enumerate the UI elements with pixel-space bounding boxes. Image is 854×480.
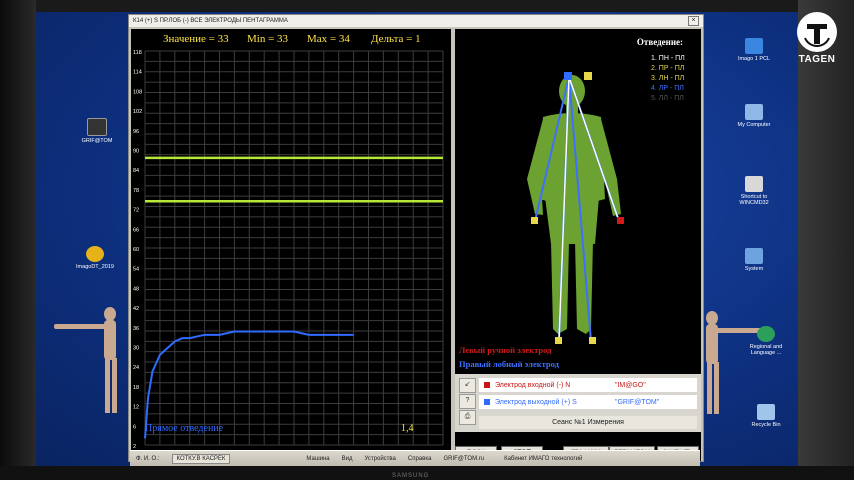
graph-footer-value: 1,4 bbox=[401, 423, 414, 434]
y-tick-label: 12 bbox=[133, 405, 139, 411]
monitor-bezel-right bbox=[798, 0, 854, 480]
desktop-icon-recycle-bin[interactable]: Recycle Bin bbox=[743, 404, 789, 428]
lead-item[interactable]: 5. ЛЛ - ПЛ bbox=[651, 94, 685, 104]
system-icon bbox=[745, 248, 763, 264]
desktop-icon-regional[interactable]: Regional and Language ... bbox=[743, 326, 789, 356]
electrode-input-value: "IM@GO" bbox=[615, 381, 646, 389]
measurement-graph: 2 6 12 18 24 30 36 42 48 54 60 66 72 78 84 90 96 102 108 11… bbox=[131, 29, 451, 460]
y-tick-label: 60 bbox=[133, 247, 139, 253]
desktop-icon-wincmd[interactable]: Shortcut to WINCMD32 bbox=[731, 176, 777, 206]
y-tick-label: 24 bbox=[133, 365, 139, 371]
folder-icon bbox=[745, 38, 763, 54]
y-tick-label: 114 bbox=[133, 70, 142, 76]
tagen-logo-icon bbox=[797, 12, 837, 52]
lead-item[interactable]: 1. ПН - ПЛ bbox=[651, 54, 685, 64]
desktop-icon-label: Recycle Bin bbox=[751, 422, 781, 428]
y-tick-label: 30 bbox=[133, 346, 139, 352]
taskbar-item-grifatom[interactable]: GRIF@TOM.ru bbox=[443, 456, 484, 462]
electrode-output-row[interactable]: Электрод выходной (+) S "GRIF@TOM" bbox=[479, 395, 697, 409]
taskbar: Ф. И. О.: КОТКУ.В КАСРЕК Машина Вид Устр… bbox=[130, 450, 700, 467]
app-icon bbox=[87, 118, 107, 136]
taskbar-item-cabinet[interactable]: Кабинет ИМАГО технологий bbox=[504, 456, 582, 462]
print-tool-icon[interactable]: ⎙ bbox=[459, 410, 476, 425]
monitor-bezel-bottom: SAMSUNG bbox=[0, 466, 854, 480]
desktop-icon-label: Imago 1 PCL bbox=[737, 56, 771, 62]
electrode-panel: ↙ ? ⎙ Электрод входной (-) N "IM@GO" Эле… bbox=[455, 374, 701, 432]
application-window: К14 (+) S ПР.ЛОБ (-) ВСЕ ЭЛЕКТРОДЫ ПЕНТА… bbox=[128, 14, 704, 462]
taskbar-start[interactable]: Ф. И. О.: bbox=[136, 456, 160, 462]
blue-square-icon bbox=[484, 399, 490, 405]
desktop-icon-label: Shortcut to WINCMD32 bbox=[739, 194, 769, 206]
electrode-input-label: Электрод входной (-) N bbox=[495, 381, 571, 389]
leads-list: 1. ПН - ПЛ 2. ПР - ПЛ 3. ЛН - ПЛ 4. ЛР -… bbox=[651, 54, 685, 104]
y-tick-label: 72 bbox=[133, 208, 139, 214]
y-tick-label: 42 bbox=[133, 306, 139, 312]
monitor-brand-label: SAMSUNG bbox=[392, 473, 430, 479]
desktop-icon-imagodt[interactable]: ImagoDT_2019 bbox=[72, 246, 118, 270]
globe-icon bbox=[757, 326, 775, 342]
app-icon bbox=[86, 246, 104, 262]
line-chart: 2612182430364248546066727884909610210811… bbox=[133, 50, 444, 457]
help-tool-icon[interactable]: ? bbox=[459, 394, 476, 409]
y-tick-label: 84 bbox=[133, 168, 139, 174]
y-tick-label: 54 bbox=[133, 267, 139, 273]
y-tick-label: 6 bbox=[133, 424, 136, 430]
legend-blue-electrode: Правый лобный электрод bbox=[459, 359, 559, 369]
mannequin-left-image bbox=[54, 307, 117, 413]
tagen-logo: TAGEN bbox=[795, 12, 839, 65]
monitor-bezel-left bbox=[0, 0, 36, 480]
y-tick-label: 102 bbox=[133, 109, 142, 115]
y-tick-label: 96 bbox=[133, 129, 139, 135]
taskbar-menu-view[interactable]: Вид bbox=[342, 456, 353, 462]
electrode-output-value: "GRIF@TOM" bbox=[615, 398, 660, 406]
y-tick-label: 18 bbox=[133, 385, 139, 391]
desktop-icon-label: Regional and Language ... bbox=[749, 344, 783, 356]
window-titlebar[interactable]: К14 (+) S ПР.ЛОБ (-) ВСЕ ЭЛЕКТРОДЫ ПЕНТА… bbox=[129, 15, 703, 27]
desktop-icon-label: GRIF@TOM bbox=[81, 138, 113, 144]
taskbar-user[interactable]: КОТКУ.В КАСРЕК bbox=[171, 454, 231, 464]
desktop-icon-grifatom[interactable]: GRIF@TOM bbox=[74, 118, 120, 144]
lead-item[interactable]: 2. ПР - ПЛ bbox=[651, 64, 685, 74]
taskbar-menu-devices[interactable]: Устройства bbox=[365, 456, 396, 462]
tagen-logo-text: TAGEN bbox=[798, 54, 836, 65]
y-tick-label: 48 bbox=[133, 286, 139, 292]
stat-delta: Дельта = 1 bbox=[371, 33, 421, 45]
close-icon[interactable]: × bbox=[688, 16, 699, 26]
y-tick-label: 78 bbox=[133, 188, 139, 194]
desktop-icon-label: ImagoDT_2019 bbox=[76, 264, 114, 270]
electrode-output-label: Электрод выходной (+) S bbox=[495, 398, 577, 406]
electrode-input-row[interactable]: Электрод входной (-) N "IM@GO" bbox=[479, 378, 697, 392]
computer-icon bbox=[745, 104, 763, 120]
desktop-icon-system[interactable]: System bbox=[731, 248, 777, 272]
y-tick-label: 90 bbox=[133, 149, 139, 155]
taskbar-menu-help[interactable]: Справка bbox=[408, 456, 432, 462]
graph-footer-label: Прямое отведение bbox=[145, 423, 224, 434]
recycle-bin-icon bbox=[757, 404, 775, 420]
stat-value: Значение = 33 bbox=[163, 33, 229, 45]
edit-tool-icon[interactable]: ↙ bbox=[459, 378, 476, 393]
stat-max: Max = 34 bbox=[307, 33, 350, 45]
y-tick-label: 36 bbox=[133, 326, 139, 332]
desktop-icon-imago-pcl[interactable]: Imago 1 PCL bbox=[731, 38, 777, 62]
lead-item[interactable]: 4. ЛР - ПЛ bbox=[651, 84, 685, 94]
shortcut-icon bbox=[745, 176, 763, 192]
stat-min: Min = 33 bbox=[247, 33, 289, 45]
legend-red-electrode: Левый ручной электрод bbox=[459, 345, 552, 355]
lead-item[interactable]: 3. ЛН - ПЛ bbox=[651, 74, 685, 84]
taskbar-menu-machine[interactable]: Машина bbox=[306, 456, 329, 462]
body-map-panel: Отведение: 1. ПН - ПЛ 2. ПР - ПЛ 3. ЛН -… bbox=[455, 29, 701, 461]
y-tick-label: 118 bbox=[133, 50, 142, 56]
leads-title: Отведение: bbox=[636, 37, 683, 47]
session-status: Сеанс №1 Измерения bbox=[479, 416, 697, 429]
desktop-icon-my-computer[interactable]: My Computer bbox=[731, 104, 777, 128]
desktop-icon-label: System bbox=[744, 266, 764, 272]
desktop-icon-label: My Computer bbox=[737, 122, 771, 128]
window-title: К14 (+) S ПР.ЛОБ (-) ВСЕ ЭЛЕКТРОДЫ ПЕНТА… bbox=[133, 18, 288, 24]
y-tick-label: 108 bbox=[133, 89, 142, 95]
y-tick-label: 66 bbox=[133, 227, 139, 233]
red-square-icon bbox=[484, 382, 490, 388]
